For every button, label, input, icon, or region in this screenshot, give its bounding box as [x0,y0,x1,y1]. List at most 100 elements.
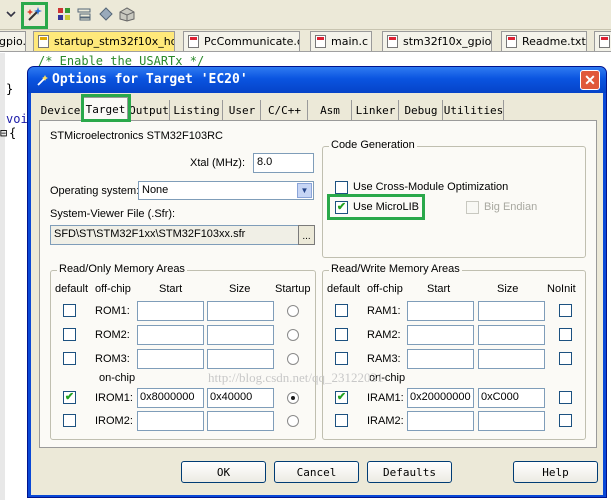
file-icon [315,35,326,48]
ram3-size-input[interactable] [478,349,545,369]
cross-module-label: Use Cross-Module Optimization [353,181,509,193]
rom1-startup-radio[interactable] [287,305,299,317]
close-button[interactable]: ✕ [580,70,600,90]
ram3-default-checkbox[interactable] [335,352,348,365]
editor-gutter [0,53,5,500]
watermark-text: http://blog.csdn.net/qq_23122031 [208,370,384,385]
ok-button[interactable]: OK [181,461,266,483]
ram1-default-checkbox[interactable] [335,304,348,317]
iram2-start-input[interactable] [407,411,474,431]
tab-c-cpp[interactable]: C/C++ [262,100,308,120]
tab-output[interactable]: Output [129,100,170,120]
iram2-noinit-checkbox[interactable] [559,414,572,427]
irom1-start-input[interactable]: 0x8000000 [137,388,204,408]
xtal-input[interactable]: 8.0 [253,153,314,173]
tab-pccommunicate-c[interactable]: PcCommunicate.c [183,31,300,51]
diamond-tool-icon[interactable] [96,4,116,24]
irom1-size-input[interactable]: 0x40000 [207,388,274,408]
tab-user[interactable]: User [224,100,261,120]
ram2-size-input[interactable] [478,325,545,345]
microlib-highlight [327,194,425,220]
ide-toolbar [0,0,611,30]
ram3-label: RAM3: [367,353,401,365]
irom2-startup-radio[interactable] [287,415,299,427]
iram2-label: IRAM2: [367,415,404,427]
tab-linker[interactable]: Linker [353,100,399,120]
irom2-start-input[interactable] [137,411,204,431]
iram1-label: IRAM1: [367,392,404,404]
ro-header-startup: Startup [275,283,311,295]
chevron-down-icon[interactable]: ▼ [297,183,312,198]
irom2-default-checkbox[interactable] [63,414,76,427]
rom3-size-input[interactable] [207,349,274,369]
tab-device[interactable]: Device [40,100,82,120]
rom3-label: ROM3: [95,353,130,365]
iram2-size-input[interactable] [478,411,545,431]
tab-listing[interactable]: Listing [171,100,223,120]
tab-utilities[interactable]: Utilities [444,100,504,120]
ro-header-offchip: off-chip [95,283,131,295]
ro-header-size: Size [229,283,251,295]
rom2-size-input[interactable] [207,325,274,345]
options-dialog: Options for Target 'EC20' ✕ Device Targe… [27,66,607,498]
rom1-size-input[interactable] [207,301,274,321]
rom1-default-checkbox[interactable] [63,304,76,317]
browse-button[interactable]: ... [298,225,315,245]
irom1-default-checkbox[interactable]: ✔ [63,391,76,404]
file-extensions-icon[interactable] [74,4,94,24]
os-select[interactable]: None ▼ [138,181,314,200]
tab-readme-txt[interactable]: Readme.txt [501,31,587,51]
sysviewer-input[interactable]: SFD\ST\STM32F1xx\STM32F103xx.sfr [50,225,299,245]
ram1-noinit-checkbox[interactable] [559,304,572,317]
cross-module-checkbox[interactable] [335,181,348,194]
rom2-default-checkbox[interactable] [63,328,76,341]
readwrite-memory-title: Read/Write Memory Areas [329,263,462,275]
dialog-titlebar[interactable]: Options for Target 'EC20' ✕ [28,67,606,93]
sysviewer-label: System-Viewer File (.Sfr): [50,208,176,220]
rw-header-start: Start [427,283,451,295]
rom3-start-input[interactable] [137,349,204,369]
fold-marker-icon[interactable]: ⊟ [0,126,7,140]
ram3-noinit-checkbox[interactable] [559,352,572,365]
ram3-start-input[interactable] [407,349,474,369]
irom1-startup-radio[interactable] [287,392,299,404]
ram2-default-checkbox[interactable] [335,328,348,341]
ram2-noinit-checkbox[interactable] [559,328,572,341]
ram2-label: RAM2: [367,329,401,341]
dropdown-arrow-icon[interactable] [1,4,21,24]
pack-installer-icon[interactable] [117,4,137,24]
defaults-button[interactable]: Defaults [367,461,452,483]
iram1-default-checkbox[interactable]: ✔ [335,391,348,404]
cancel-button[interactable]: Cancel [274,461,359,483]
rom1-start-input[interactable] [137,301,204,321]
rom3-startup-radio[interactable] [287,353,299,365]
tab-startup-file[interactable]: startup_stm32f10x_hd.s [33,31,175,51]
rom2-startup-radio[interactable] [287,329,299,341]
code-line: voi [6,112,28,126]
rom3-default-checkbox[interactable] [63,352,76,365]
tab-gpio-h[interactable]: gpio.h [0,31,26,51]
iram1-size-input[interactable]: 0xC000 [478,388,545,408]
tab-debug[interactable]: Debug [400,100,443,120]
help-button[interactable]: Help [513,461,598,483]
ram1-size-input[interactable] [478,301,545,321]
tab-main-c[interactable]: main.c [310,31,372,51]
file-icon [599,35,610,48]
ram2-start-input[interactable] [407,325,474,345]
os-label: Operating system: [50,185,140,197]
iram1-noinit-checkbox[interactable] [559,391,572,404]
device-name: STMicroelectronics STM32F103RC [50,130,223,142]
ram1-start-input[interactable] [407,301,474,321]
manage-components-icon[interactable] [54,4,74,24]
ro-on-chip-label: on-chip [99,372,136,384]
big-endian-checkbox[interactable] [466,201,479,214]
iram2-default-checkbox[interactable] [335,414,348,427]
tab-overflow-file-icon[interactable] [594,31,611,51]
target-tab-panel: STMicroelectronics STM32F103RC Xtal (MHz… [39,120,597,448]
tab-stm32f10x-gpio-c[interactable]: stm32f10x_gpio.c [382,31,492,51]
rom2-start-input[interactable] [137,325,204,345]
irom2-size-input[interactable] [207,411,274,431]
iram1-start-input[interactable]: 0x20000000 [407,388,474,408]
xtal-label: Xtal (MHz): [190,157,245,169]
tab-asm[interactable]: Asm [309,100,352,120]
